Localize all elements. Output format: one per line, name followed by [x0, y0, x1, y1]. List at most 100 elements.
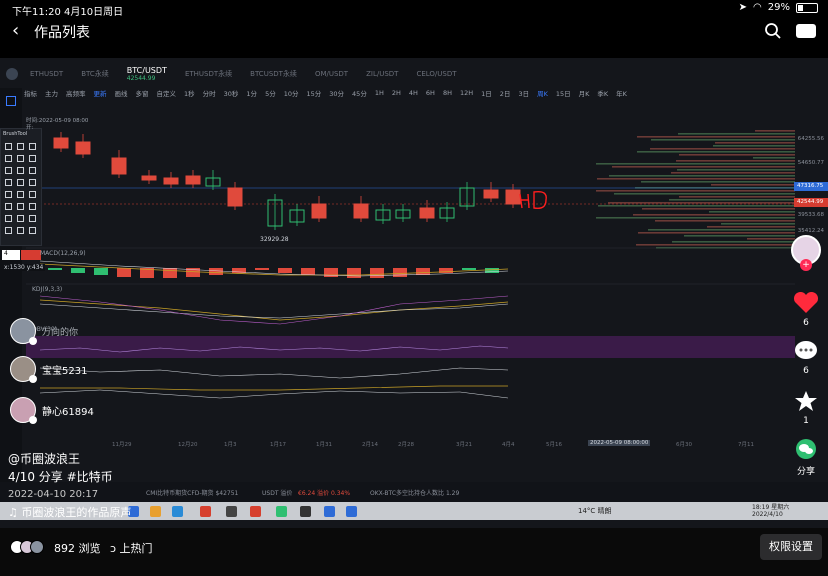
- candle-body: [75, 141, 91, 155]
- macd-bar: [117, 268, 131, 277]
- candle-body: [185, 175, 201, 185]
- macd-bar: [48, 268, 62, 270]
- macd-bar: [163, 268, 177, 278]
- favorite-count: 1: [803, 416, 809, 426]
- candlestick-chart: [26, 130, 795, 399]
- tool-icon[interactable]: [29, 155, 36, 162]
- share-button[interactable]: 分享: [790, 438, 822, 477]
- more-icon[interactable]: [796, 24, 816, 38]
- volume-profile-bar: [679, 196, 795, 198]
- music-line[interactable]: ♫ 币圈波浪王的作品原声: [8, 504, 131, 522]
- view-count[interactable]: 892 浏览: [54, 540, 101, 556]
- volume-profile-bar: [651, 139, 795, 141]
- time-tick-label: 7月11: [738, 442, 754, 448]
- macd-bar: [94, 268, 108, 275]
- comment-item[interactable]: 万向的你: [10, 318, 79, 345]
- candle-body: [311, 203, 327, 219]
- tool-icon[interactable]: [29, 227, 36, 234]
- time-tick-label: 4月4: [502, 442, 515, 448]
- tool-icon[interactable]: [17, 143, 24, 150]
- volume-profile-bar: [755, 130, 795, 132]
- macd-histogram: [48, 268, 499, 278]
- tool-icon[interactable]: [17, 191, 24, 198]
- comment-count: 6: [803, 366, 809, 376]
- time-axis: 11月29 12月20 1月3 1月17 1月31 2月14 2月28 3月21 4月4 5月16…: [90, 440, 790, 450]
- tool-icon[interactable]: [5, 143, 12, 150]
- time-tick-label: 1月3: [224, 442, 237, 448]
- video-caption: @币圈波浪王 4/10 分享 #比特币 2022-04-10 20:17 ♫ 币…: [8, 450, 131, 522]
- favorite-button[interactable]: 1: [790, 390, 822, 426]
- selector-box[interactable]: 4: [2, 250, 42, 260]
- volume-profile-bar: [679, 154, 795, 156]
- candle-body: [53, 137, 69, 149]
- tool-icon[interactable]: [17, 179, 24, 186]
- taskbar-app-icon: [226, 506, 237, 517]
- macd-bar: [278, 268, 292, 273]
- taskbar-app-icon: [324, 506, 335, 517]
- taskbar-app-icon: [346, 506, 357, 517]
- volume-profile-bar: [677, 169, 795, 171]
- author-avatar-block[interactable]: +: [790, 235, 822, 273]
- comment-item[interactable]: 宝宝5231: [10, 356, 87, 383]
- volume-profile-bar: [684, 235, 795, 237]
- comment-name: 万向的你: [42, 327, 79, 338]
- tool-icon[interactable]: [29, 167, 36, 174]
- macd-bar: [485, 268, 499, 273]
- follow-plus-icon[interactable]: +: [800, 259, 812, 271]
- promote-button[interactable]: ↄ 上热门: [110, 540, 153, 556]
- tool-icon[interactable]: [5, 215, 12, 222]
- candle-body: [141, 175, 157, 181]
- kdj-label: KDJ(9,3,3): [32, 286, 63, 293]
- comment-item[interactable]: 静心61894: [10, 397, 94, 424]
- author-name[interactable]: @币圈波浪王: [8, 450, 131, 468]
- tool-icon[interactable]: [5, 167, 12, 174]
- tool-icon[interactable]: [17, 203, 24, 210]
- tool-icon[interactable]: [29, 215, 36, 222]
- tool-icon[interactable]: [17, 155, 24, 162]
- comment-button[interactable]: 6: [790, 340, 822, 376]
- tool-icon[interactable]: [29, 203, 36, 210]
- candle-body: [505, 189, 521, 205]
- tool-icon[interactable]: [17, 215, 24, 222]
- time-tick-label: 12月20: [178, 442, 198, 448]
- like-button[interactable]: 6: [790, 291, 822, 328]
- like-count: 6: [803, 318, 809, 328]
- status-right: ➤ ◠ 29%: [739, 2, 818, 13]
- tool-icon[interactable]: [5, 155, 12, 162]
- heart-icon: [793, 291, 819, 313]
- lower-line-2: [40, 385, 508, 391]
- tool-icon[interactable]: [29, 191, 36, 198]
- current-price-tag: 47316.75: [794, 182, 828, 191]
- time-tick-label: 3月21: [456, 442, 472, 448]
- volume-profile-bar: [637, 151, 795, 153]
- candle-body: [419, 207, 435, 219]
- kdj-k-line: [39, 299, 509, 321]
- volume-profile: [596, 130, 795, 249]
- tool-icon[interactable]: [29, 143, 36, 150]
- taskbar-app-icon: [172, 506, 183, 517]
- volume-profile-bar: [641, 181, 795, 183]
- candle-info: 时间:2022-05-09 08:00 开:: [26, 118, 88, 132]
- color-swatch[interactable]: [21, 250, 41, 260]
- candle-body: [163, 177, 179, 185]
- search-icon[interactable]: [764, 22, 782, 40]
- volume-profile-bar: [638, 232, 795, 234]
- volume-profile-bar: [614, 193, 795, 195]
- volume-profile-bar: [633, 214, 795, 216]
- status-bar: 下午11:20 4月10日周日 ➤ ◠ 29%: [0, 0, 828, 18]
- tool-icon[interactable]: [5, 191, 12, 198]
- tool-icon[interactable]: [29, 179, 36, 186]
- macd-bar: [370, 268, 384, 278]
- volume-profile-bar: [596, 217, 795, 219]
- back-icon[interactable]: ‹: [12, 20, 19, 41]
- permission-settings-button[interactable]: 权限设置: [760, 534, 822, 560]
- tool-icon[interactable]: [5, 227, 12, 234]
- tool-icon[interactable]: [17, 227, 24, 234]
- lower-line-3: [39, 389, 509, 399]
- wechat-icon: [796, 439, 816, 459]
- tool-icon[interactable]: [17, 167, 24, 174]
- tool-icon[interactable]: [5, 203, 12, 210]
- page-title: 作品列表: [34, 25, 90, 41]
- tool-icon[interactable]: [5, 179, 12, 186]
- price-axis: 64255.56 54650.77 47316.75 42544.99 39533.68…: [792, 118, 828, 308]
